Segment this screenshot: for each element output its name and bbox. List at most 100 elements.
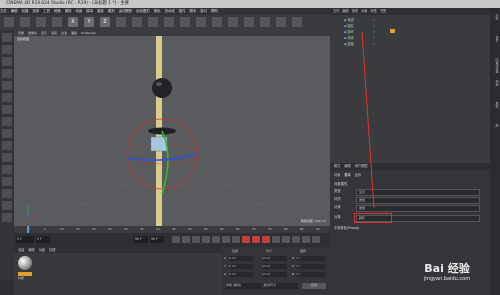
playhead[interactable]: [27, 226, 29, 233]
material-preview[interactable]: [18, 256, 32, 270]
tool-icon[interactable]: [2, 105, 12, 114]
viewport-menu-item[interactable]: 面板: [71, 31, 77, 35]
visibility-check-icon[interactable]: ✓: [372, 18, 376, 22]
next-key-icon[interactable]: [222, 236, 230, 243]
key-pos-icon[interactable]: [272, 236, 280, 243]
material-menu-item[interactable]: 纹理: [49, 248, 55, 252]
side-tab[interactable]: 内容浏览器: [491, 58, 499, 73]
viewport-menu-item[interactable]: 显示: [41, 31, 47, 35]
play-icon[interactable]: [202, 236, 210, 243]
material-menu-item[interactable]: 创建: [18, 248, 24, 252]
coord-apply-button[interactable]: 应用: [302, 283, 326, 289]
side-tab[interactable]: 层: [491, 124, 499, 127]
object-menu-item[interactable]: 编辑: [342, 9, 348, 13]
viewport-menu-item[interactable]: 过滤: [61, 31, 67, 35]
coord-size-field[interactable]: 0 cm: [263, 272, 287, 277]
visibility-check-icon[interactable]: ✓: [372, 24, 376, 28]
axis-lock-z-button[interactable]: Z: [100, 17, 110, 27]
tool-icon[interactable]: [2, 117, 12, 126]
prev-frame-icon[interactable]: [192, 236, 200, 243]
tool-icon[interactable]: [2, 141, 12, 150]
key-pla-icon[interactable]: [312, 236, 320, 243]
key-param-icon[interactable]: [302, 236, 310, 243]
object-menu-item[interactable]: 书签: [380, 9, 386, 13]
menu-item[interactable]: 流水线: [165, 9, 175, 13]
scene-canvas[interactable]: [14, 36, 330, 226]
menu-item[interactable]: 选择: [32, 9, 39, 13]
tool-icon[interactable]: [2, 189, 12, 198]
scene-icon[interactable]: [260, 17, 270, 27]
coord-rotation-field[interactable]: 0 °: [297, 272, 325, 277]
menu-item[interactable]: 网格: [54, 9, 61, 13]
object-menu-item[interactable]: 查看: [352, 9, 358, 13]
side-tab[interactable]: 场景: [491, 36, 499, 42]
tool-icon[interactable]: [2, 93, 12, 102]
cube-icon[interactable]: [180, 17, 190, 27]
object-list-item[interactable]: ◆ 管道 ✓: [344, 18, 484, 23]
key-scale-icon[interactable]: [282, 236, 290, 243]
coord-position-field[interactable]: 0 cm: [229, 272, 253, 277]
tool-icon[interactable]: [2, 153, 12, 162]
end-frame-field-2[interactable]: 90 F: [150, 236, 164, 243]
viewport-menu-item[interactable]: ProRender: [81, 31, 96, 35]
tool-icon[interactable]: [2, 201, 12, 210]
go-start-icon[interactable]: [172, 236, 180, 243]
array-icon[interactable]: [228, 17, 238, 27]
menu-item[interactable]: 运动图形: [136, 9, 150, 13]
object-menu-item[interactable]: 对象: [361, 9, 367, 13]
render-icon[interactable]: [132, 17, 142, 27]
menu-item[interactable]: 工具: [43, 9, 50, 13]
tool-icon[interactable]: [2, 129, 12, 138]
tool-icon[interactable]: [2, 69, 12, 78]
viewport-menu-item[interactable]: 查看: [18, 31, 24, 35]
object-list-item[interactable]: ◆ 圆柱 ✓: [344, 24, 484, 29]
coord-position-field[interactable]: 0 cm: [229, 256, 253, 261]
menu-item[interactable]: 文件: [0, 9, 7, 13]
menu-item[interactable]: 雕刻: [108, 9, 115, 13]
axis-lock-x-button[interactable]: X: [68, 17, 78, 27]
menu-item[interactable]: 动画: [75, 9, 82, 13]
coord-size-field[interactable]: 0 cm: [263, 264, 287, 269]
go-end-icon[interactable]: [232, 236, 240, 243]
undo-icon[interactable]: [4, 17, 14, 27]
sphere-object[interactable]: [152, 78, 172, 98]
prev-key-icon[interactable]: [182, 236, 190, 243]
menu-item[interactable]: 角色: [154, 9, 161, 13]
tool-icon[interactable]: [2, 45, 12, 54]
coord-rotation-field[interactable]: 0 °: [297, 256, 325, 261]
keyframe-icon[interactable]: [262, 236, 270, 243]
viewport-menu-item[interactable]: 摄像机: [28, 31, 37, 35]
side-tab[interactable]: 对象: [491, 14, 499, 20]
perspective-viewport[interactable]: 查看 摄像机 显示 选项 过滤 面板 ProRender 透视视图 网格间距: 10: [14, 30, 330, 226]
move-icon[interactable]: [20, 17, 30, 27]
object-menu-item[interactable]: 标签: [371, 9, 377, 13]
tool-icon[interactable]: [2, 81, 12, 90]
menu-item[interactable]: 创建: [22, 9, 29, 13]
coord-size-field[interactable]: 0 cm: [263, 256, 287, 261]
camera-icon[interactable]: [276, 17, 286, 27]
pen-icon[interactable]: [196, 17, 206, 27]
subdivide-icon[interactable]: [212, 17, 222, 27]
key-rot-icon[interactable]: [292, 236, 300, 243]
viewport-menu-item[interactable]: 选项: [51, 31, 57, 35]
tool-icon[interactable]: [2, 57, 12, 66]
coord-position-field[interactable]: 0 cm: [229, 264, 253, 269]
timeline-ruler[interactable]: 051015202530354045505560657075808590: [14, 226, 330, 233]
autokey-icon[interactable]: [252, 236, 260, 243]
side-tab[interactable]: 属性: [491, 102, 499, 108]
menu-item[interactable]: 脚本: [189, 9, 196, 13]
rotate-icon[interactable]: [52, 17, 62, 27]
coord-mode-select[interactable]: 对象 (相对): [226, 283, 262, 289]
material-menu-item[interactable]: 编辑: [28, 248, 34, 252]
end-frame-field[interactable]: 90 F: [134, 236, 148, 243]
coord-size-mode-select[interactable]: 绝对尺寸: [264, 283, 298, 289]
render-settings-icon[interactable]: [164, 17, 174, 27]
side-tab[interactable]: 构造: [491, 80, 499, 86]
menu-item[interactable]: 插件: [179, 9, 186, 13]
object-menu-item[interactable]: 文件: [333, 9, 339, 13]
tool-icon[interactable]: [2, 177, 12, 186]
render-view-icon[interactable]: [148, 17, 158, 27]
menu-item[interactable]: 编辑: [11, 9, 18, 13]
menu-item[interactable]: 运动跟踪: [119, 9, 133, 13]
material-menu-item[interactable]: 功能: [39, 248, 45, 252]
